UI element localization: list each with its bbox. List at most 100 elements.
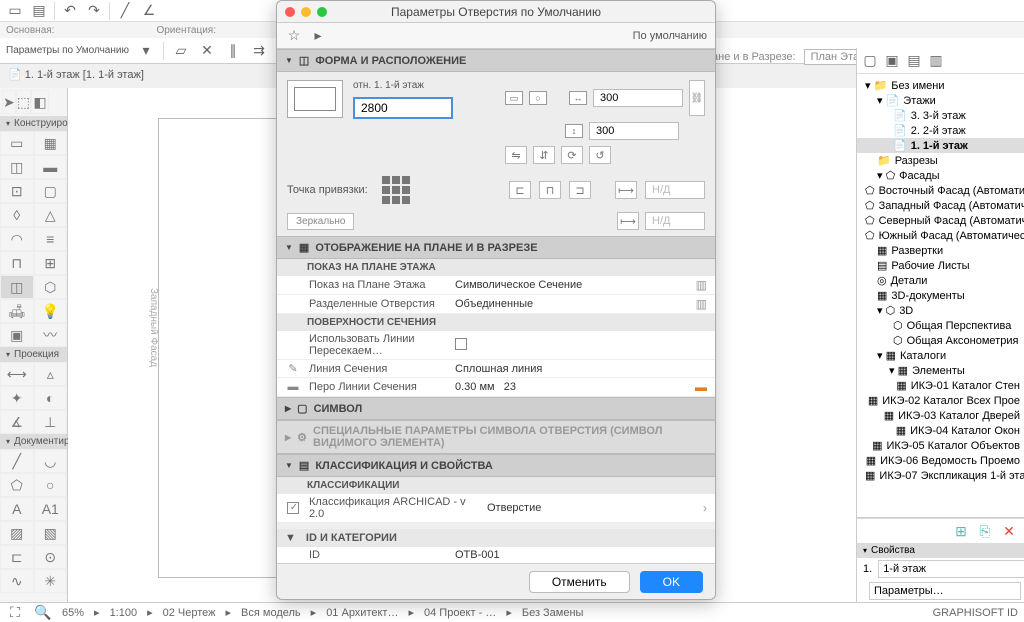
opening-icon[interactable]: ◫ — [0, 275, 34, 299]
height-input[interactable] — [589, 122, 679, 140]
newview-icon[interactable]: ⊞ — [952, 522, 970, 540]
titlebar[interactable]: Параметры Отверстия по Умолчанию — [277, 1, 715, 23]
door-icon[interactable]: ▢ — [34, 179, 68, 203]
slab-icon[interactable]: ◊ — [0, 203, 34, 227]
open-icon[interactable]: ▤ — [30, 2, 48, 20]
line-icon[interactable]: ╱ — [0, 449, 34, 473]
doc-header[interactable]: Документиро — [0, 434, 67, 449]
redo-icon[interactable]: ↷ — [85, 2, 103, 20]
spline-icon[interactable]: ∿ — [0, 569, 34, 593]
nav-tab3-icon[interactable]: ▤ — [905, 52, 923, 70]
mesh-icon[interactable]: 〰 — [34, 323, 68, 347]
section-classification[interactable]: ▼▤ КЛАССИФИКАЦИЯ И СВОЙСТВА — [277, 454, 715, 477]
fill-icon[interactable]: ▨ — [0, 521, 34, 545]
pick-icon[interactable]: ▥ — [683, 297, 707, 311]
column-icon[interactable]: ◫ — [0, 155, 34, 179]
rotate-icon[interactable]: ⟳ — [561, 146, 583, 164]
view-header[interactable]: Проекция — [0, 347, 67, 362]
mirror-toggle[interactable]: Зеркально — [287, 213, 354, 230]
parallel-icon[interactable]: ∥ — [224, 42, 242, 60]
flip-h-icon[interactable]: ⇋ — [505, 146, 527, 164]
offset1-icon[interactable]: ⟼ — [615, 181, 637, 199]
rect-shape-icon[interactable]: ▭ — [505, 91, 523, 105]
nav-tab4-icon[interactable]: ▥ — [927, 52, 945, 70]
graphisoft-id[interactable]: GRAPHISOFT ID — [933, 607, 1018, 619]
align-c-icon[interactable]: ⊓ — [539, 181, 561, 199]
section-icon[interactable]: ⊏ — [0, 545, 34, 569]
section-symbol[interactable]: ▶▢ СИМВОЛ — [277, 397, 715, 420]
class-checkbox[interactable] — [287, 502, 299, 514]
fav-dropdown-icon[interactable]: ▸ — [309, 27, 327, 45]
project-tree[interactable]: ▾ 📁 Без имени ▾ 📄 Этажи 📄 3. 3-й этаж 📄 … — [857, 74, 1024, 517]
arc-icon[interactable]: ◡ — [34, 449, 68, 473]
text-icon[interactable]: A — [0, 497, 34, 521]
floor-name-input[interactable] — [878, 560, 1024, 578]
favorite-icon[interactable]: ☆ — [285, 27, 303, 45]
grid-icon[interactable]: ⊞ — [34, 251, 68, 275]
close-icon[interactable] — [285, 7, 295, 17]
nav-tab1-icon[interactable]: ▢ — [861, 52, 879, 70]
window-icon[interactable]: ⊡ — [0, 179, 34, 203]
align-r-icon[interactable]: ⊐ — [569, 181, 591, 199]
ok-button[interactable]: OK — [640, 571, 703, 593]
circle-icon[interactable]: ○ — [34, 473, 68, 497]
stair-icon[interactable]: ≡ — [34, 227, 68, 251]
undo-icon[interactable]: ↶ — [61, 2, 79, 20]
wall-icon[interactable]: ▭ — [0, 131, 34, 155]
elevation-input[interactable] — [353, 97, 453, 119]
zone-icon[interactable]: ▣ — [0, 323, 34, 347]
zoom-fit-icon[interactable]: ⛶ — [6, 604, 24, 622]
hatch-icon[interactable]: ▧ — [34, 521, 68, 545]
width-input[interactable] — [593, 89, 683, 107]
shell-icon[interactable]: ◠ — [0, 227, 34, 251]
use-cut-lines-checkbox[interactable] — [455, 338, 467, 350]
beam-icon[interactable]: ▬ — [34, 155, 68, 179]
offset2-icon[interactable]: ⟼ — [617, 212, 639, 230]
level-icon[interactable]: ▵ — [34, 362, 68, 386]
reset-icon[interactable]: ↺ — [589, 146, 611, 164]
geom-icon[interactable]: ▱ — [172, 42, 190, 60]
design-header[interactable]: Конструиров — [0, 116, 67, 131]
pick-icon[interactable]: ▥ — [683, 278, 707, 292]
two-line-icon[interactable]: ⇉ — [250, 42, 268, 60]
clone-icon[interactable]: ⎘ — [976, 522, 994, 540]
properties-header[interactable]: Свойства — [857, 543, 1024, 558]
object-icon[interactable]: 🛋 — [0, 299, 34, 323]
section-special[interactable]: ▶⚙ СПЕЦИАЛЬНЫЕ ПАРАМЕТРЫ СИМВОЛА ОТВЕРСТ… — [277, 420, 715, 454]
line-tool-icon[interactable]: ╱ — [116, 2, 134, 20]
cancel-button[interactable]: Отменить — [529, 571, 630, 593]
maximize-icon[interactable] — [317, 7, 327, 17]
chevron-right-icon[interactable]: › — [683, 501, 707, 515]
circle-shape-icon[interactable]: ○ — [529, 91, 547, 105]
morph-icon[interactable]: ⬡ — [34, 275, 68, 299]
anchor-grid[interactable] — [382, 176, 410, 204]
params-button[interactable] — [869, 582, 1021, 600]
poly-icon[interactable]: ⬠ — [0, 473, 34, 497]
align-l-icon[interactable]: ⊏ — [509, 181, 531, 199]
new-icon[interactable]: ▭ — [6, 2, 24, 20]
camera-icon[interactable]: ✳ — [34, 569, 68, 593]
minimize-icon[interactable] — [301, 7, 311, 17]
point-icon[interactable]: ✦ — [0, 386, 34, 410]
rail-icon[interactable]: ⊓ — [0, 251, 34, 275]
link-icon[interactable]: ⛓ — [689, 80, 705, 116]
elev-icon[interactable]: ⊥ — [34, 410, 68, 434]
marquee-tool-icon[interactable]: ⬚ — [16, 90, 31, 114]
lamp-icon[interactable]: 💡 — [34, 299, 68, 323]
roof-icon[interactable]: △ — [34, 203, 68, 227]
delete-icon[interactable]: ✕ — [1000, 522, 1018, 540]
label-icon[interactable]: A1 — [34, 497, 68, 521]
section-shape[interactable]: ▼◫ ФОРМА И РАСПОЛОЖЕНИЕ — [277, 49, 715, 72]
default-link[interactable]: По умолчанию — [633, 30, 707, 42]
zoom-in-icon[interactable]: 🔍 — [34, 604, 52, 622]
dim-icon[interactable]: ⟷ — [0, 362, 34, 386]
arrow-tool-icon[interactable]: ➤ — [2, 90, 16, 114]
angle-icon[interactable]: ∡ — [0, 410, 34, 434]
cross-icon[interactable]: ✕ — [198, 42, 216, 60]
flip-v-icon[interactable]: ⇵ — [533, 146, 555, 164]
cw-icon[interactable]: ▦ — [34, 131, 68, 155]
angle-tool-icon[interactable]: ∠ — [140, 2, 158, 20]
radial-icon[interactable]: ◐ — [34, 386, 68, 410]
detail-icon[interactable]: ⊙ — [34, 545, 68, 569]
section-display[interactable]: ▼▦ ОТОБРАЖЕНИЕ НА ПЛАНЕ И В РАЗРЕЗЕ — [277, 236, 715, 259]
